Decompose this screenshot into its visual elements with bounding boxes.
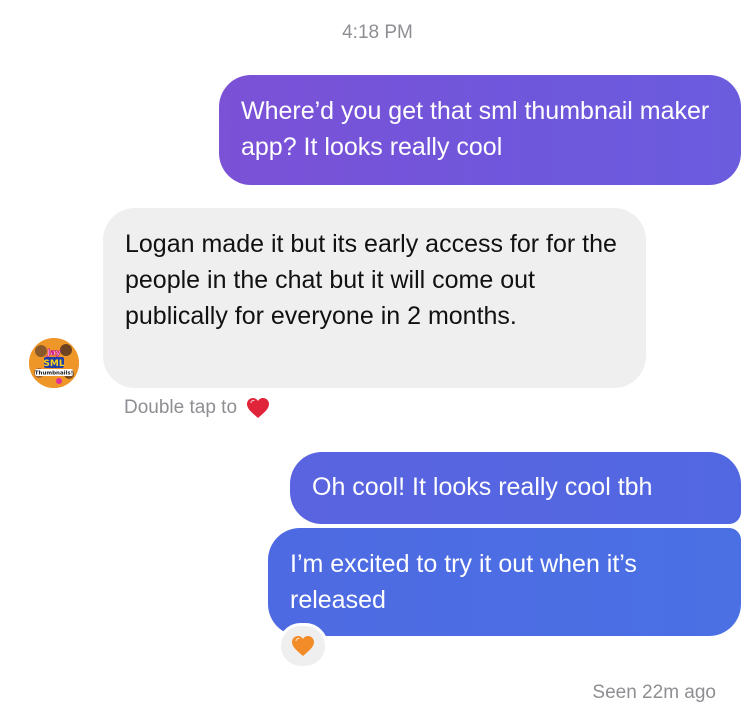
avatar-image: Jay SML Thumbnails! xyxy=(29,338,79,388)
incoming-message-bubble[interactable]: Logan made it but its early access for f… xyxy=(103,208,646,388)
seen-status: Seen 22m ago xyxy=(592,682,716,703)
avatar-title-bottom: Thumbnails! xyxy=(35,371,73,377)
double-tap-label: Double tap to xyxy=(124,397,238,418)
outgoing-message-bubble[interactable]: Oh cool! It looks really cool tbh xyxy=(290,452,741,524)
double-tap-hint: Double tap to xyxy=(124,396,271,420)
orange-heart-icon xyxy=(292,636,314,656)
avatar[interactable]: Jay SML Thumbnails! xyxy=(29,338,79,388)
message-timestamp: 4:18 PM xyxy=(342,22,413,43)
avatar-title-top: Jay xyxy=(46,348,61,357)
red-heart-icon[interactable] xyxy=(245,396,271,420)
message-reaction[interactable] xyxy=(278,623,328,669)
avatar-title-middle: SML xyxy=(43,359,64,369)
outgoing-message-bubble[interactable]: I’m excited to try it out when it’s rele… xyxy=(268,528,741,636)
outgoing-message-bubble[interactable]: Where’d you get that sml thumbnail maker… xyxy=(219,75,741,185)
